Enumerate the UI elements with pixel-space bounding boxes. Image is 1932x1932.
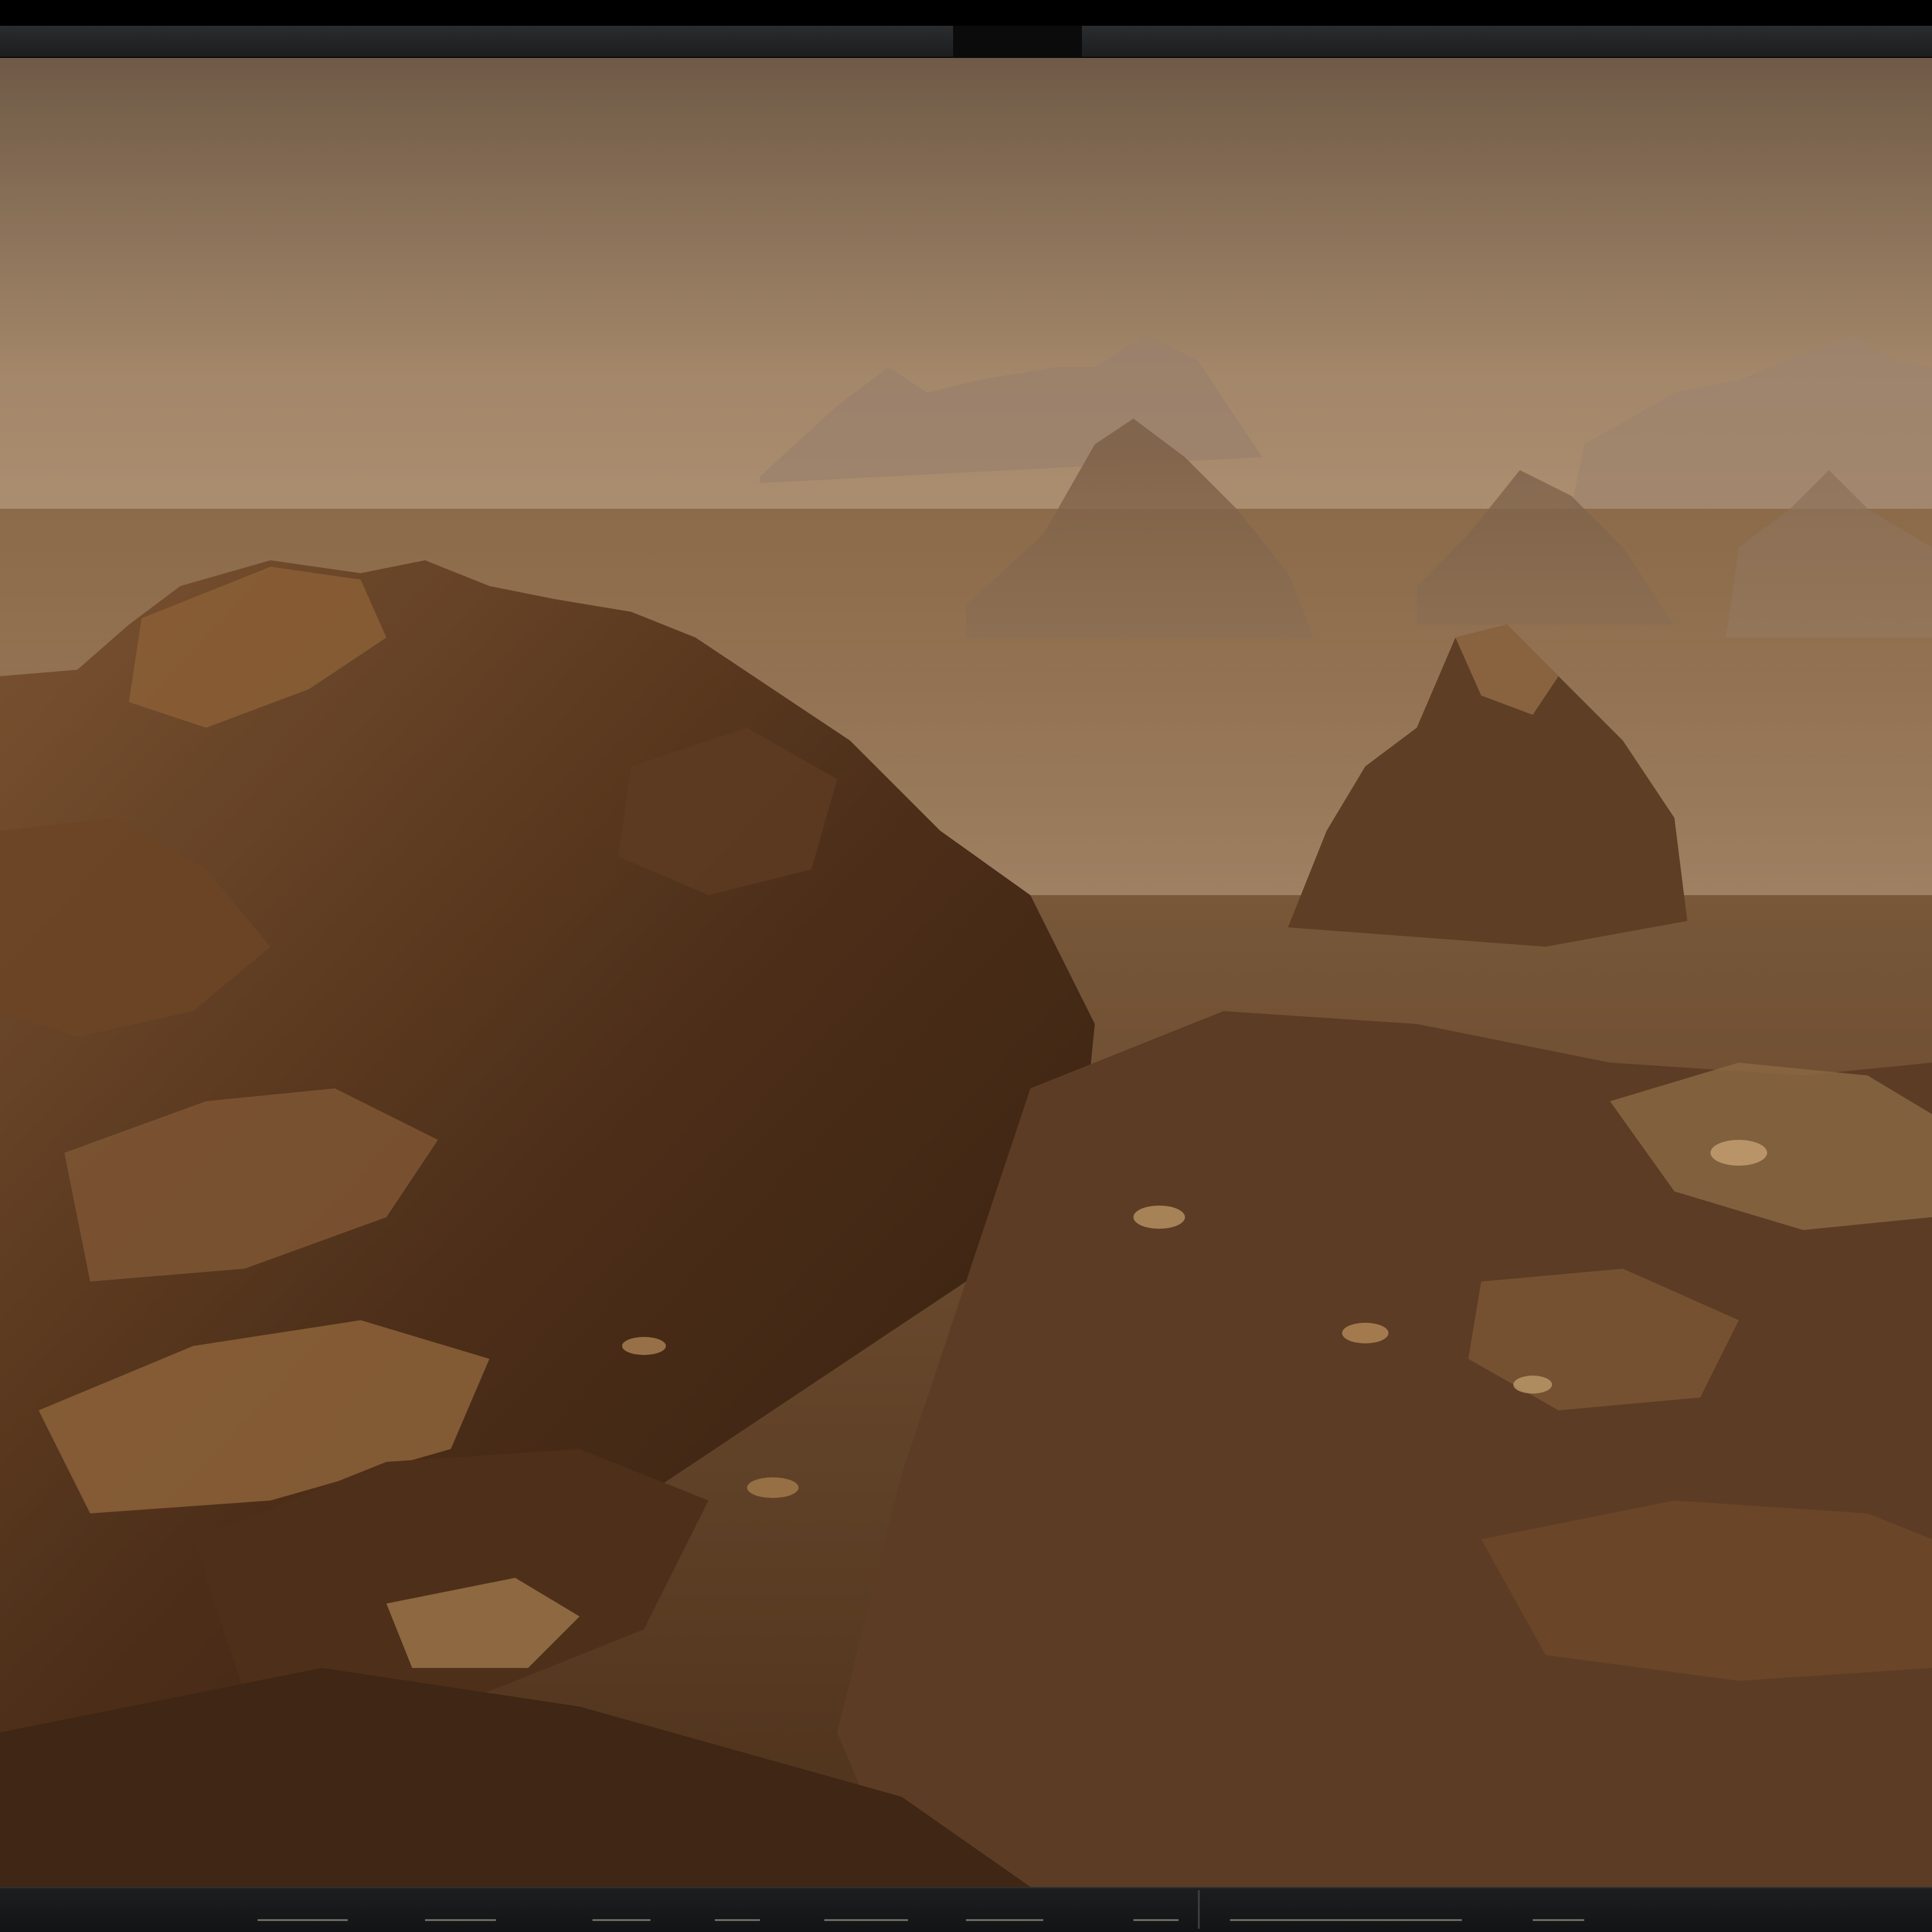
toolbar-item[interactable]: [1533, 1900, 1584, 1921]
landscape-image: [0, 58, 1932, 1887]
toolbar-item[interactable]: [966, 1900, 1043, 1921]
toolbar-item[interactable]: [425, 1900, 496, 1921]
toolbar-item[interactable]: [715, 1900, 760, 1921]
toolbar-item[interactable]: [1133, 1900, 1179, 1921]
window-title: [953, 26, 1082, 57]
toolbar-item[interactable]: [592, 1900, 650, 1921]
toolbar-separator: [1198, 1890, 1200, 1929]
toolbar-item[interactable]: [258, 1900, 348, 1921]
app-window: [0, 0, 1932, 1932]
dust-overlay: [0, 58, 1932, 1887]
toolbar-item[interactable]: [824, 1900, 908, 1921]
image-viewport[interactable]: [0, 58, 1932, 1887]
toolbar-item[interactable]: [1230, 1900, 1462, 1921]
